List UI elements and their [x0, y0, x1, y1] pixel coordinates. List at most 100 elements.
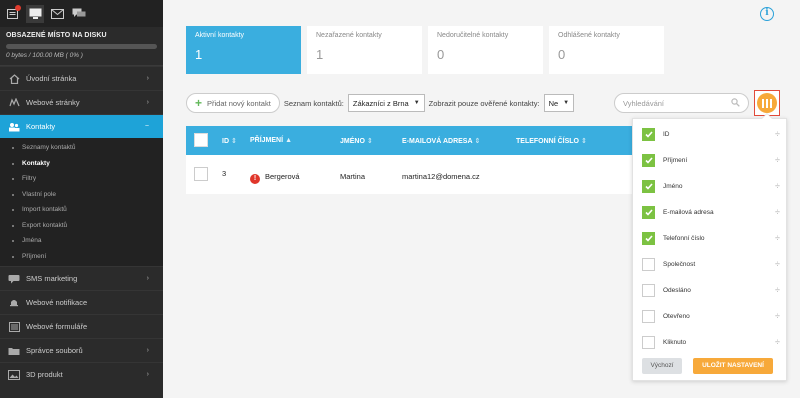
sidebar-item-3d-product[interactable]: 3D produkt ›: [0, 362, 163, 386]
table-row[interactable]: 3 ! Bergerová Martina martina12@domena.cz: [186, 155, 636, 194]
column-option-phone[interactable]: Telefonní číslo ÷: [642, 231, 780, 245]
row-checkbox[interactable]: [194, 167, 208, 181]
tab-active-contacts[interactable]: Aktivní kontakty 1: [186, 26, 301, 74]
column-option-name[interactable]: Jméno ÷: [642, 179, 780, 193]
submenu-item-contact-lists[interactable]: Seznamy kontaktů: [0, 140, 163, 156]
column-option-surname[interactable]: Příjmení ÷: [642, 153, 780, 167]
column-header-id[interactable]: ID ⇕: [222, 137, 237, 145]
drag-handle-icon[interactable]: ÷: [775, 259, 780, 269]
column-option-label: Otevřeno: [663, 312, 690, 320]
disk-usage-title: OBSAZENÉ MÍSTO NA DISKU: [6, 32, 107, 39]
checkbox-checked[interactable]: [642, 231, 655, 245]
tab-label: Odhlášené kontakty: [558, 32, 620, 39]
drag-handle-icon[interactable]: ÷: [775, 311, 780, 321]
checkbox-checked[interactable]: [642, 153, 655, 167]
table-header: ID ⇕ PŘÍJMENÍ ▲ JMÉNO ⇕ E-MAILOVÁ ADRESA ⇕ T…: [186, 126, 636, 155]
drag-handle-icon[interactable]: ÷: [775, 181, 780, 191]
column-option-email[interactable]: E-mailová adresa ÷: [642, 205, 780, 219]
default-button[interactable]: Výchozí: [642, 358, 682, 374]
columns-icon: [757, 93, 777, 113]
warning-icon: !: [250, 174, 260, 184]
column-label: ID: [222, 138, 229, 145]
sidebar-item-label: Webové formuláře: [26, 322, 88, 331]
disk-usage-bar: [6, 44, 157, 49]
column-header-name[interactable]: JMÉNO ⇕: [340, 137, 373, 145]
cell-name: Martina: [340, 172, 366, 181]
sidebar-item-web-forms[interactable]: Webové formuláře: [0, 314, 163, 338]
checkbox-checked[interactable]: [642, 205, 655, 219]
column-header-surname[interactable]: PŘÍJMENÍ ▲: [250, 137, 292, 144]
caret-down-icon: ▼: [563, 100, 570, 106]
checkbox-unchecked[interactable]: [642, 309, 655, 323]
sidebar-item-contacts[interactable]: Kontakty −: [0, 114, 163, 138]
info-icon[interactable]: i: [760, 7, 774, 21]
collapse-icon: −: [144, 123, 149, 130]
chat-icon[interactable]: [70, 5, 88, 23]
chevron-right-icon: ›: [146, 75, 149, 82]
drag-handle-icon[interactable]: ÷: [775, 207, 780, 217]
sort-icon: ⇕: [231, 138, 237, 145]
column-option-clicked[interactable]: Kliknuto ÷: [642, 335, 780, 349]
column-option-company[interactable]: Společnost ÷: [642, 257, 780, 271]
mail-icon[interactable]: [48, 5, 66, 23]
column-header-phone[interactable]: TELEFONNÍ ČÍSLO ⇕: [516, 137, 587, 145]
inbox-icon[interactable]: [4, 4, 22, 23]
sidebar-item-websites[interactable]: Webové stránky ›: [0, 90, 163, 114]
drag-handle-icon[interactable]: ÷: [775, 337, 780, 347]
checkbox-unchecked[interactable]: [642, 335, 655, 349]
column-option-label: Jméno: [663, 182, 683, 190]
sidebar-item-web-notifications[interactable]: Webové notifikace: [0, 290, 163, 314]
screen-icon[interactable]: [26, 4, 44, 23]
drag-handle-icon[interactable]: ÷: [775, 285, 780, 295]
tab-count: 0: [558, 47, 566, 62]
column-option-label: Odesláno: [663, 286, 691, 294]
contact-list-select[interactable]: Zákazníci z Brna ▼: [347, 94, 425, 112]
tab-unsubscribed-contacts[interactable]: Odhlášené kontakty 0: [549, 26, 664, 74]
submenu-item-surnames[interactable]: Příjmení: [0, 249, 163, 265]
add-contact-label: Přidat nový kontakt: [207, 98, 271, 108]
submenu-item-filters[interactable]: Filtry: [0, 171, 163, 187]
sidebar-item-sms[interactable]: SMS marketing ›: [0, 266, 163, 290]
submenu-item-custom-fields[interactable]: Vlastní pole: [0, 187, 163, 203]
drag-handle-icon[interactable]: ÷: [775, 129, 780, 139]
chevron-right-icon: ›: [146, 275, 149, 282]
column-option-label: Kliknuto: [663, 338, 687, 346]
sidebar-item-file-manager[interactable]: Správce souborů ›: [0, 338, 163, 362]
submenu-item-names[interactable]: Jména: [0, 233, 163, 249]
chevron-right-icon: ›: [146, 347, 149, 354]
submenu-item-contacts[interactable]: Kontakty: [0, 156, 163, 172]
tab-count: 0: [437, 47, 445, 62]
cell-surname: ! Bergerová: [250, 172, 300, 184]
checkbox-unchecked[interactable]: [642, 283, 655, 297]
plus-icon: +: [195, 96, 203, 110]
column-option-opened[interactable]: Otevřeno ÷: [642, 309, 780, 323]
drag-handle-icon[interactable]: ÷: [775, 155, 780, 165]
drag-handle-icon[interactable]: ÷: [775, 233, 780, 243]
tab-unassigned-contacts[interactable]: Nezařazené kontakty 1: [307, 26, 422, 74]
tab-undeliverable-contacts[interactable]: Nedoručitelné kontakty 0: [428, 26, 543, 74]
submenu-item-export[interactable]: Export kontaktů: [0, 218, 163, 234]
form-icon: [8, 321, 20, 332]
checkbox-checked[interactable]: [642, 127, 655, 141]
sidebar-top-icons: [0, 0, 163, 27]
chevron-right-icon: ›: [146, 99, 149, 106]
submenu-item-import[interactable]: Import kontaktů: [0, 202, 163, 218]
column-option-id[interactable]: ID ÷: [642, 127, 780, 141]
image-icon: [8, 369, 20, 380]
select-all-checkbox[interactable]: [194, 133, 208, 147]
bell-icon: [8, 298, 20, 308]
checkbox-checked[interactable]: [642, 179, 655, 193]
search-input[interactable]: Vyhledávání: [614, 93, 749, 113]
home-icon: [8, 73, 20, 84]
disk-usage-value: 0 bytes / 100.00 MB ( 0% ): [6, 52, 83, 59]
sidebar-item-label: 3D produkt: [26, 370, 63, 379]
globe-icon: [8, 97, 20, 108]
tab-label: Nezařazené kontakty: [316, 32, 382, 39]
verified-only-select[interactable]: Ne ▼: [543, 94, 575, 112]
column-option-sent[interactable]: Odesláno ÷: [642, 283, 780, 297]
column-header-email[interactable]: E-MAILOVÁ ADRESA ⇕: [402, 137, 480, 145]
add-contact-button[interactable]: + Přidat nový kontakt: [186, 93, 280, 113]
checkbox-unchecked[interactable]: [642, 257, 655, 271]
sidebar-item-home[interactable]: Úvodní stránka ›: [0, 66, 163, 90]
save-settings-button[interactable]: ULOŽIT NASTAVENÍ: [693, 358, 773, 374]
